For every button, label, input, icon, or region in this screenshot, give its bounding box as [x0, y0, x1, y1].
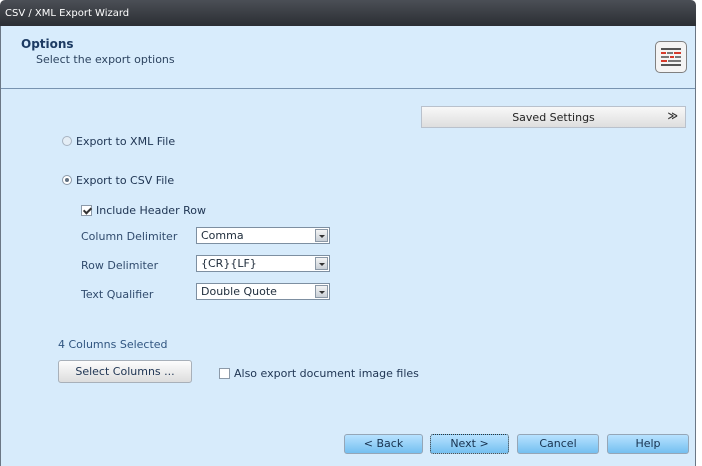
text-qualifier-label: Text Qualifier — [81, 288, 154, 301]
back-button[interactable]: < Back — [344, 434, 423, 454]
wizard-panel: Options Select the export options Saved … — [0, 26, 696, 466]
wizard-header: Options Select the export options — [1, 26, 695, 89]
checkbox-checked-icon — [81, 205, 92, 216]
checkbox-icon — [219, 368, 230, 379]
export-images-label: Also export document image files — [234, 367, 419, 380]
radio-button-selected-icon — [62, 175, 72, 185]
dropdown-arrow-icon[interactable] — [315, 229, 328, 242]
saved-settings-dropdown[interactable]: Saved Settings ≫ — [421, 106, 686, 128]
row-delimiter-label: Row Delimiter — [81, 259, 159, 272]
options-document-icon — [655, 41, 687, 73]
saved-settings-label: Saved Settings — [512, 111, 595, 124]
export-csv-radio[interactable]: Export to CSV File — [62, 172, 174, 188]
include-header-label: Include Header Row — [96, 204, 206, 217]
dropdown-arrow-icon[interactable] — [315, 285, 328, 298]
window-titlebar: CSV / XML Export Wizard — [0, 0, 696, 26]
export-xml-radio[interactable]: Export to XML File — [62, 133, 175, 149]
row-delimiter-value: {CR}{LF} — [201, 257, 257, 270]
row-delimiter-select[interactable]: {CR}{LF} — [196, 255, 330, 272]
text-qualifier-select[interactable]: Double Quote — [196, 283, 330, 300]
include-header-checkbox[interactable]: Include Header Row — [81, 204, 206, 217]
help-button[interactable]: Help — [607, 434, 689, 454]
column-delimiter-select[interactable]: Comma — [196, 227, 330, 244]
export-xml-label: Export to XML File — [76, 134, 176, 148]
window-title: CSV / XML Export Wizard — [5, 8, 130, 19]
dropdown-arrow-icon[interactable] — [315, 257, 328, 270]
double-chevron-down-icon: ≫ — [667, 111, 678, 122]
column-delimiter-value: Comma — [201, 229, 244, 242]
text-qualifier-value: Double Quote — [201, 285, 277, 298]
columns-selected-count: 4 Columns Selected — [58, 338, 168, 351]
next-button[interactable]: Next > — [430, 434, 509, 454]
page-title: Options — [21, 37, 74, 51]
cancel-button[interactable]: Cancel — [517, 434, 599, 454]
page-subtitle: Select the export options — [36, 53, 175, 66]
select-columns-label: Select Columns ... — [75, 365, 175, 378]
radio-button-icon — [62, 136, 72, 146]
column-delimiter-label: Column Delimiter — [81, 230, 178, 243]
export-images-checkbox[interactable]: Also export document image files — [219, 367, 419, 380]
select-columns-button[interactable]: Select Columns ... — [58, 360, 192, 383]
export-csv-label: Export to CSV File — [76, 173, 175, 187]
